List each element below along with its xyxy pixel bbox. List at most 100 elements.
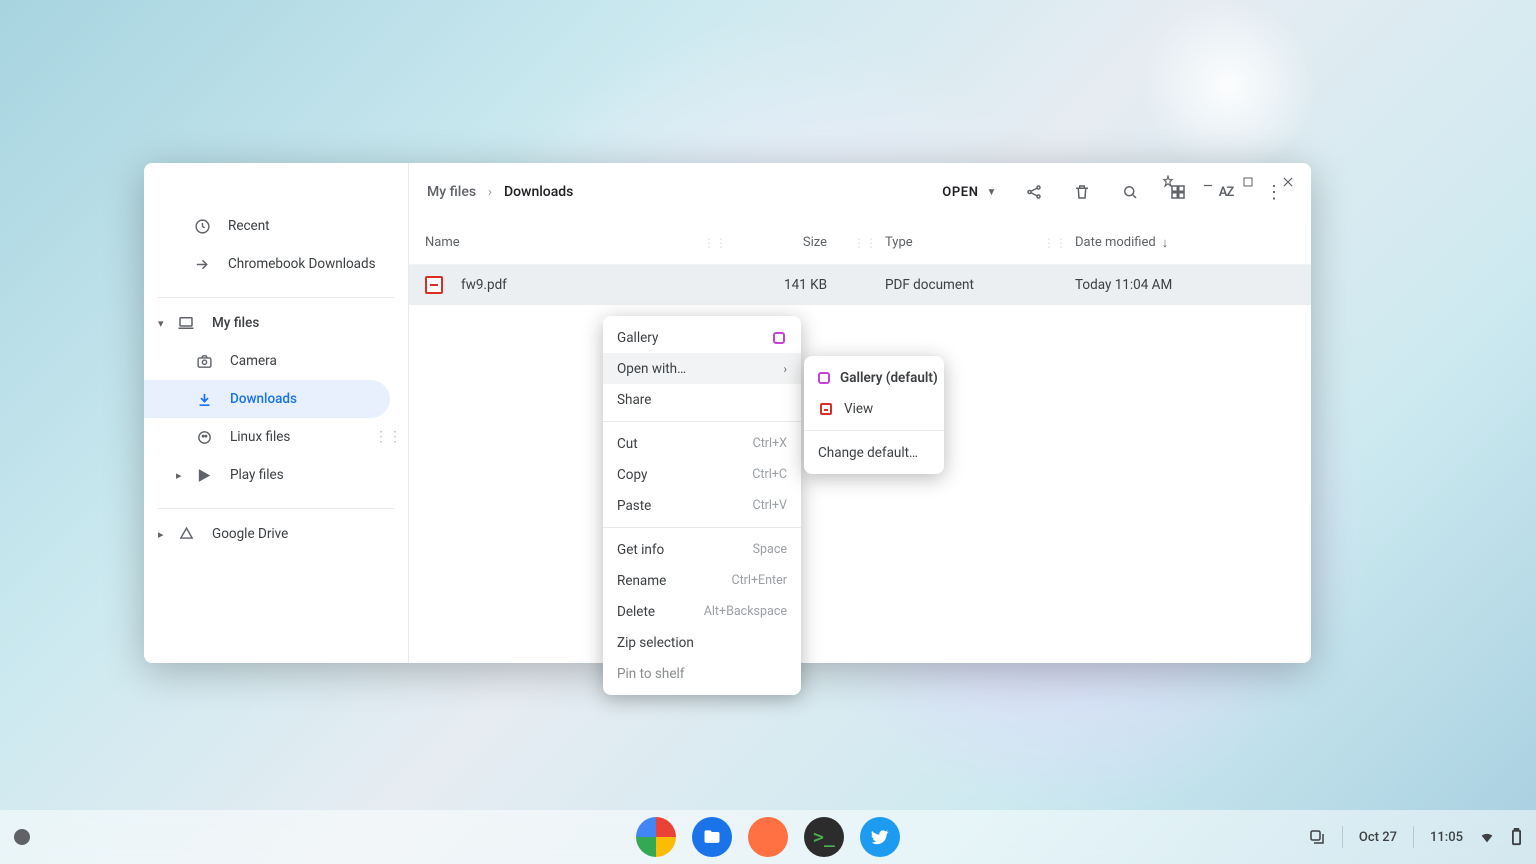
context-submenu-openwith: Gallery (default) View Change default… [804, 356, 944, 474]
sidebar-item-drive[interactable]: ▸ Google Drive [144, 515, 390, 553]
submenu-item-label: Change default… [818, 445, 930, 461]
menu-item-label: Cut [617, 436, 753, 452]
file-row[interactable]: fw9.pdf ⋮⋮ 141 KB ⋮⋮ PDF document ⋮⋮ Tod… [409, 265, 1311, 305]
laptop-icon [176, 313, 196, 333]
search-button[interactable] [1111, 173, 1149, 211]
close-icon[interactable] [1275, 169, 1301, 195]
submenu-item-label: View [844, 401, 930, 417]
battery-icon [1511, 828, 1522, 846]
menu-separator [603, 421, 801, 422]
wifi-icon [1479, 829, 1495, 845]
clock-icon [192, 216, 212, 236]
sidebar-item-label: Camera [230, 353, 277, 369]
menu-item-label: Rename [617, 573, 731, 589]
menu-item-accel: Ctrl+V [752, 498, 787, 513]
camera-icon [194, 351, 214, 371]
context-menu: Gallery Open with… › Share Cut Ctrl+X Co… [603, 316, 801, 695]
maximize-icon[interactable] [1235, 169, 1261, 195]
sidebar-item-label: Google Drive [212, 526, 288, 542]
sidebar-item-myfiles[interactable]: ▾ My files [144, 304, 390, 342]
chevron-right-icon: › [488, 185, 492, 200]
sidebar-item-downloads[interactable]: Downloads [144, 380, 390, 418]
menu-item-label: Get info [617, 542, 753, 558]
open-button-label: OPEN [942, 185, 978, 200]
file-type: PDF document [885, 277, 974, 293]
menu-item-gallery[interactable]: Gallery [603, 322, 801, 353]
chevron-down-icon: ▼ [987, 187, 998, 198]
column-grip-icon[interactable]: ⋮⋮ [703, 236, 727, 250]
column-grip-icon[interactable]: ⋮⋮ [853, 236, 877, 250]
launcher-button[interactable] [14, 829, 30, 845]
menu-item-openwith[interactable]: Open with… › [603, 353, 801, 384]
status-time: 11:05 [1430, 830, 1463, 845]
sidebar-item-label: Recent [228, 218, 270, 234]
app-chrome[interactable] [636, 817, 676, 857]
window-controls [1155, 169, 1301, 195]
col-type-header[interactable]: Type [885, 235, 913, 250]
submenu-item-view[interactable]: View [804, 393, 944, 424]
menu-item-delete[interactable]: Delete Alt+Backspace [603, 596, 801, 627]
menu-item-cut[interactable]: Cut Ctrl+X [603, 428, 801, 459]
share-button[interactable] [1015, 173, 1053, 211]
menu-item-rename[interactable]: Rename Ctrl+Enter [603, 565, 801, 596]
menu-item-accel: Space [753, 542, 787, 557]
pin-icon[interactable] [1155, 169, 1181, 195]
submenu-item-change-default[interactable]: Change default… [804, 437, 944, 468]
app-twitter[interactable] [860, 817, 900, 857]
col-name-header[interactable]: Name [425, 235, 460, 250]
delete-button[interactable] [1063, 173, 1101, 211]
pdf-icon [425, 276, 443, 294]
drive-icon [176, 524, 196, 544]
arrow-down-icon: ↓ [1162, 235, 1169, 251]
file-name: fw9.pdf [461, 277, 507, 293]
column-grip-icon[interactable]: ⋮⋮ [1043, 236, 1067, 250]
app-files[interactable] [692, 817, 732, 857]
chevron-down-icon: ▾ [158, 317, 176, 330]
menu-item-getinfo[interactable]: Get info Space [603, 534, 801, 565]
menu-item-paste[interactable]: Paste Ctrl+V [603, 490, 801, 521]
status-tray[interactable]: Oct 27 11:05 [1308, 826, 1522, 848]
file-size: 141 KB [784, 277, 827, 293]
breadcrumb-root[interactable]: My files [427, 184, 476, 200]
sidebar: Recent Chromebook Downloads ▾ My [144, 163, 409, 663]
open-button[interactable]: OPEN ▼ [934, 179, 1005, 206]
chevron-right-icon: ▸ [176, 469, 194, 482]
breadcrumb: My files › Downloads [427, 184, 573, 200]
app-terminal[interactable]: >_ [804, 817, 844, 857]
menu-item-label: Pin to shelf [617, 666, 787, 682]
sidebar-item-label: My files [212, 315, 259, 331]
menu-item-share[interactable]: Share [603, 384, 801, 415]
play-icon [194, 465, 214, 485]
sidebar-item-shortcut[interactable]: Chromebook Downloads [144, 245, 390, 283]
file-date: Today 11:04 AM [1075, 277, 1172, 293]
minimize-icon[interactable] [1195, 169, 1221, 195]
sidebar-item-camera[interactable]: Camera [144, 342, 390, 380]
menu-item-label: Paste [617, 498, 752, 514]
menu-item-copy[interactable]: Copy Ctrl+C [603, 459, 801, 490]
share-icon [1025, 183, 1043, 201]
menu-item-label: Gallery [617, 330, 771, 346]
download-icon [194, 389, 214, 409]
menu-item-label: Share [617, 392, 787, 408]
menu-item-accel: Alt+Backspace [704, 604, 787, 619]
menu-item-accel: Ctrl+C [752, 467, 787, 482]
sidebar-item-play[interactable]: ▸ Play files [144, 456, 390, 494]
menu-item-label: Delete [617, 604, 704, 620]
col-size-header[interactable]: Size [803, 235, 827, 250]
app-orange[interactable] [748, 817, 788, 857]
notifications-icon [1308, 828, 1326, 846]
menu-separator [804, 430, 944, 431]
menu-item-pin[interactable]: Pin to shelf [603, 658, 801, 689]
sidebar-item-recent[interactable]: Recent [144, 207, 390, 245]
submenu-item-gallery-default[interactable]: Gallery (default) [804, 362, 944, 393]
breadcrumb-current: Downloads [504, 184, 573, 200]
col-date-header[interactable]: Date modified [1075, 235, 1156, 250]
menu-separator [603, 527, 801, 528]
menu-item-zip[interactable]: Zip selection [603, 627, 801, 658]
status-date: Oct 27 [1359, 830, 1397, 845]
view-icon [818, 401, 834, 417]
sidebar-item-linux[interactable]: Linux files [144, 418, 390, 456]
gallery-icon [771, 330, 787, 346]
chevron-right-icon: ▸ [158, 528, 176, 541]
drag-handle-icon[interactable]: ⋮⋮ [374, 429, 402, 445]
